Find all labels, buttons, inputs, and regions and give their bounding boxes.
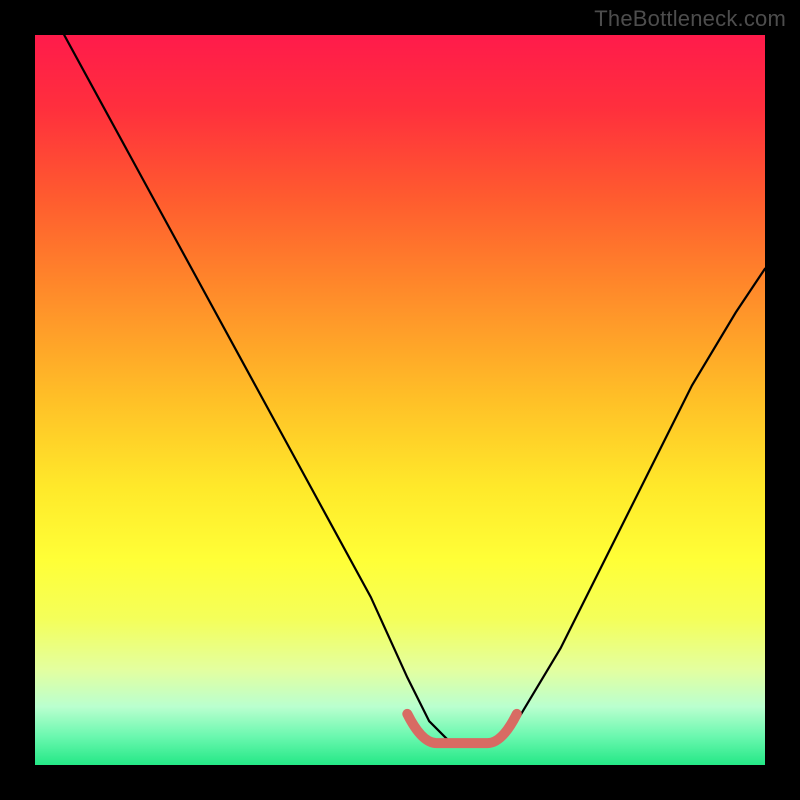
watermark-text: TheBottleneck.com	[594, 6, 786, 32]
bottleneck-chart	[35, 35, 765, 765]
chart-frame: TheBottleneck.com	[0, 0, 800, 800]
gradient-background	[35, 35, 765, 765]
